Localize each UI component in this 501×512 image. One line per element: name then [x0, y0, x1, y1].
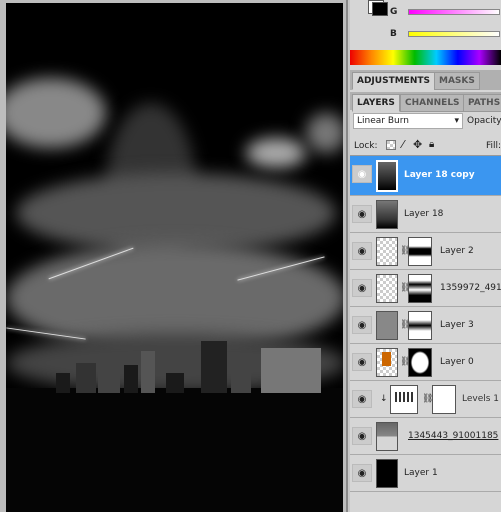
- layer-name: Layer 18 copy: [404, 170, 475, 180]
- lock-all-icon[interactable]: 🔒︎: [429, 139, 434, 150]
- eye-icon[interactable]: ◉: [352, 316, 372, 334]
- tab-paths[interactable]: PATHS: [463, 94, 501, 112]
- opacity-label: Opacity:: [467, 116, 501, 126]
- blend-mode-dropdown[interactable]: Linear Burn ▾: [353, 113, 463, 129]
- layer-row[interactable]: ◉ ⛓ Layer 2: [350, 233, 501, 270]
- color-spectrum[interactable]: [350, 50, 501, 65]
- layer-thumbnail: [376, 160, 398, 192]
- layer-name: Layer 18: [404, 209, 444, 219]
- layer-mask-thumbnail[interactable]: [408, 274, 432, 303]
- eye-icon[interactable]: ◉: [352, 205, 372, 223]
- lock-brush-icon[interactable]: ⁄: [402, 138, 404, 151]
- layers-list: ◉ Layer 18 copy ◉ Layer 18 ◉ ⛓ Layer 2 ◉…: [350, 155, 501, 512]
- layer-name: Layer 3: [440, 320, 474, 330]
- b-label: B: [390, 29, 397, 39]
- eye-icon[interactable]: ◉: [352, 353, 372, 371]
- layer-mask-thumbnail[interactable]: [432, 385, 456, 414]
- eye-icon[interactable]: ◉: [352, 279, 372, 297]
- layer-name: 1359972_491411: [440, 283, 501, 293]
- layer-name: 1345443_91001185: [408, 431, 499, 441]
- eye-icon[interactable]: ◉: [352, 464, 372, 482]
- eye-icon[interactable]: ◉: [352, 427, 372, 445]
- eye-icon[interactable]: ◉: [352, 242, 372, 260]
- layer-thumbnail: [376, 459, 398, 488]
- levels-adjustment-icon: [390, 385, 418, 414]
- layer-row[interactable]: ◉ ↓ ⛓ Levels 1: [350, 381, 501, 418]
- layer-row[interactable]: ◉ ⛓ Layer 0: [350, 344, 501, 381]
- layer-row[interactable]: ◉ 1345443_91001185: [350, 418, 501, 455]
- layer-thumbnail: [376, 348, 398, 377]
- layer-name: Layer 1: [404, 468, 438, 478]
- lock-transparency-icon[interactable]: [386, 140, 396, 150]
- lock-move-icon[interactable]: ✥: [413, 138, 422, 151]
- clipping-arrow-icon: ↓: [380, 394, 388, 404]
- b-slider[interactable]: [408, 31, 500, 37]
- layer-row[interactable]: ◉ ⛓ Layer 3: [350, 307, 501, 344]
- tab-layers[interactable]: LAYERS: [352, 94, 400, 112]
- layer-mask-thumbnail[interactable]: [408, 237, 432, 266]
- tab-masks[interactable]: MASKS: [434, 72, 480, 90]
- g-slider[interactable]: [408, 9, 500, 15]
- layer-name: Layer 0: [440, 357, 474, 367]
- g-label: G: [390, 7, 398, 17]
- fill-label: Fill:: [486, 141, 501, 151]
- layer-row[interactable]: ◉ ⛓ 1359972_491411: [350, 270, 501, 307]
- smart-object-thumbnail: [376, 274, 398, 303]
- layer-thumbnail: [376, 237, 398, 266]
- tab-channels[interactable]: CHANNELS: [400, 94, 465, 112]
- layer-row[interactable]: ◉ Layer 1: [350, 455, 501, 492]
- eye-icon[interactable]: ◉: [352, 390, 372, 408]
- layer-name: Layer 2: [440, 246, 474, 256]
- lock-label: Lock:: [354, 141, 378, 151]
- layer-mask-thumbnail[interactable]: [408, 311, 432, 340]
- layer-thumbnail: [376, 200, 398, 229]
- blend-mode-value: Linear Burn: [357, 116, 409, 126]
- chevron-down-icon: ▾: [454, 116, 459, 126]
- layer-mask-thumbnail[interactable]: [408, 348, 432, 377]
- layer-row[interactable]: ◉ Layer 18 copy: [350, 156, 501, 196]
- background-swatch[interactable]: [372, 2, 388, 16]
- layer-name: Levels 1: [462, 394, 500, 404]
- document-canvas-area: [0, 0, 348, 512]
- right-panel: G B ADJUSTMENTS MASKS LAYERS CHANNELS PA…: [350, 0, 501, 512]
- tab-adjustments[interactable]: ADJUSTMENTS: [352, 72, 435, 90]
- document-image[interactable]: [6, 3, 343, 512]
- smart-object-thumbnail: [376, 422, 398, 451]
- layer-thumbnail: [376, 311, 398, 340]
- city-skyline: [46, 338, 326, 393]
- eye-icon[interactable]: ◉: [352, 165, 372, 183]
- layer-row[interactable]: ◉ Layer 18: [350, 196, 501, 233]
